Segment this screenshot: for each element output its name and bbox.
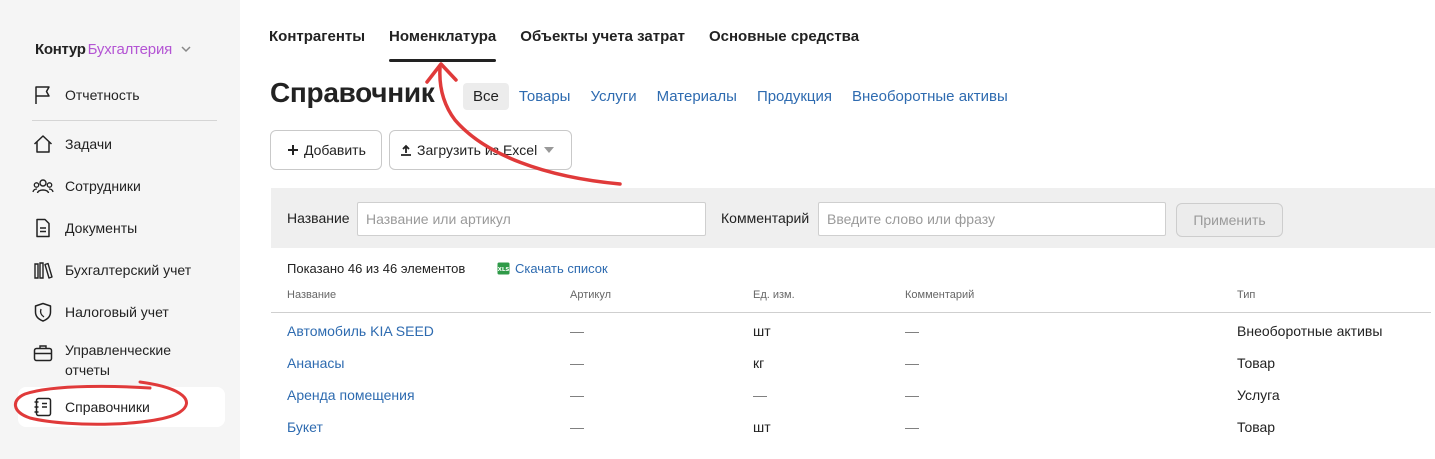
column-header-article[interactable]: Артикул — [570, 289, 611, 301]
notebook-icon — [34, 397, 52, 417]
add-button-label: Добавить — [304, 142, 366, 158]
filter-tab-services[interactable]: Услуги — [590, 88, 636, 105]
item-name-link[interactable]: Аренда помещения — [287, 379, 415, 411]
item-unit: — — [753, 387, 767, 403]
item-name-link[interactable]: Автомобиль KIA SEED — [287, 315, 434, 347]
table-header-divider — [271, 312, 1431, 313]
page-title: Справочник — [270, 77, 435, 108]
item-name-link[interactable]: Букет — [287, 411, 323, 443]
sidebar-item-label: Бухгалтерский учет — [65, 262, 192, 278]
item-comment: — — [905, 387, 919, 403]
sidebar-item-label: Задачи — [65, 136, 113, 152]
excel-icon-text: XLS — [498, 267, 510, 273]
sidebar-item-management[interactable]: Управленческие отчеты — [18, 334, 225, 386]
item-article: — — [570, 387, 584, 403]
upload-icon — [401, 144, 411, 156]
filter-tab-materials[interactable]: Материалы — [657, 88, 737, 105]
apply-button[interactable]: Применить — [1176, 203, 1283, 237]
item-article: — — [570, 323, 584, 339]
table-row[interactable]: Автомобиль KIA SEED — шт — Внеоборотные … — [271, 315, 1431, 347]
sidebar-item-label: Сотрудники — [65, 178, 141, 194]
column-header-type[interactable]: Тип — [1237, 289, 1255, 301]
item-type: Товар — [1237, 355, 1276, 371]
item-comment: — — [905, 355, 919, 371]
item-unit: шт — [753, 323, 771, 339]
chevron-down-icon — [181, 46, 191, 53]
tab-counterparties[interactable]: Контрагенты — [269, 26, 365, 62]
item-type: Услуга — [1237, 387, 1280, 403]
item-unit: шт — [753, 419, 771, 435]
item-type: Внеоборотные активы — [1237, 323, 1383, 339]
flag-icon — [35, 86, 50, 104]
tab-nomenclature[interactable]: Номенклатура — [389, 26, 497, 62]
sidebar-item-employees[interactable]: Сотрудники — [18, 166, 225, 206]
items-count: Показано 46 из 46 элементов — [287, 261, 466, 276]
table-row[interactable]: Аренда помещения — — — Услуга — [271, 379, 1431, 411]
brand-name: Контур — [35, 40, 86, 58]
plus-icon — [288, 145, 298, 155]
upload-button-label: Загрузить из Excel — [417, 142, 538, 158]
column-header-comment[interactable]: Комментарий — [905, 289, 974, 301]
sidebar-item-tasks[interactable]: Задачи — [18, 124, 225, 164]
sidebar-item-documents[interactable]: Документы — [18, 208, 225, 248]
sidebar-item-label: Отчетность — [65, 87, 140, 103]
filter-tab-noncurrent-assets[interactable]: Внеоборотные активы — [852, 88, 1008, 105]
house-icon — [33, 135, 53, 153]
tab-cost-objects[interactable]: Объекты учета затрат — [520, 26, 685, 62]
table-row[interactable]: Букет — шт — Товар — [271, 411, 1431, 443]
books-icon — [34, 262, 53, 279]
excel-file-icon: XLS — [497, 262, 510, 275]
sidebar: Контур Бухгалтерия Отчетность Задачи Сот… — [0, 0, 240, 459]
caret-down-icon[interactable] — [544, 147, 554, 153]
shield-icon — [34, 302, 52, 322]
sidebar-item-accounting[interactable]: Бухгалтерский учет — [18, 250, 225, 290]
category-filter-tabs: Все Товары Услуги Материалы Продукция Вн… — [463, 81, 1028, 111]
filter-tab-products[interactable]: Продукция — [757, 88, 832, 105]
table-row[interactable]: Ананасы — кг — Товар — [271, 347, 1431, 379]
name-search-input[interactable] — [357, 202, 706, 236]
sidebar-item-label: Налоговый учет — [65, 304, 169, 320]
download-list-label: Скачать список — [515, 261, 608, 276]
add-button[interactable]: Добавить — [270, 130, 382, 170]
item-comment: — — [905, 323, 919, 339]
item-comment: — — [905, 419, 919, 435]
sidebar-item-label: Справочники — [65, 399, 150, 415]
item-type: Товар — [1237, 419, 1276, 435]
sidebar-item-label: Документы — [65, 220, 138, 236]
filter-tab-goods[interactable]: Товары — [519, 88, 571, 105]
sidebar-divider — [32, 120, 217, 121]
brand-product: Бухгалтерия — [87, 40, 173, 58]
item-article: — — [570, 419, 584, 435]
brand-switcher[interactable]: Контур Бухгалтерия — [35, 39, 192, 59]
sidebar-item-reporting[interactable]: Отчетность — [18, 75, 225, 115]
top-tabs: Контрагенты Номенклатура Объекты учета з… — [269, 26, 859, 62]
filter-panel: Название Комментарий Применить — [271, 188, 1435, 248]
sidebar-item-tax[interactable]: Налоговый учет — [18, 292, 225, 332]
item-article: — — [570, 355, 584, 371]
upload-excel-button[interactable]: Загрузить из Excel — [389, 130, 572, 170]
column-header-name[interactable]: Название — [287, 289, 336, 301]
item-name-link[interactable]: Ананасы — [287, 347, 344, 379]
comment-filter-label: Комментарий — [721, 210, 810, 226]
name-filter-label: Название — [287, 210, 350, 226]
sidebar-item-directories[interactable]: Справочники — [18, 387, 225, 427]
tab-fixed-assets[interactable]: Основные средства — [709, 26, 859, 62]
download-list-link[interactable]: XLS Скачать список — [497, 261, 608, 276]
sidebar-item-label: Управленческие отчеты — [65, 342, 172, 378]
briefcase-icon — [33, 345, 53, 362]
filter-tab-all[interactable]: Все — [463, 82, 509, 110]
item-unit: кг — [753, 355, 765, 371]
app-window: Контур Бухгалтерия Отчетность Задачи Сот… — [0, 0, 1435, 459]
people-icon — [32, 179, 54, 194]
column-header-unit[interactable]: Ед. изм. — [753, 289, 795, 301]
document-icon — [36, 218, 50, 238]
comment-search-input[interactable] — [818, 202, 1166, 236]
